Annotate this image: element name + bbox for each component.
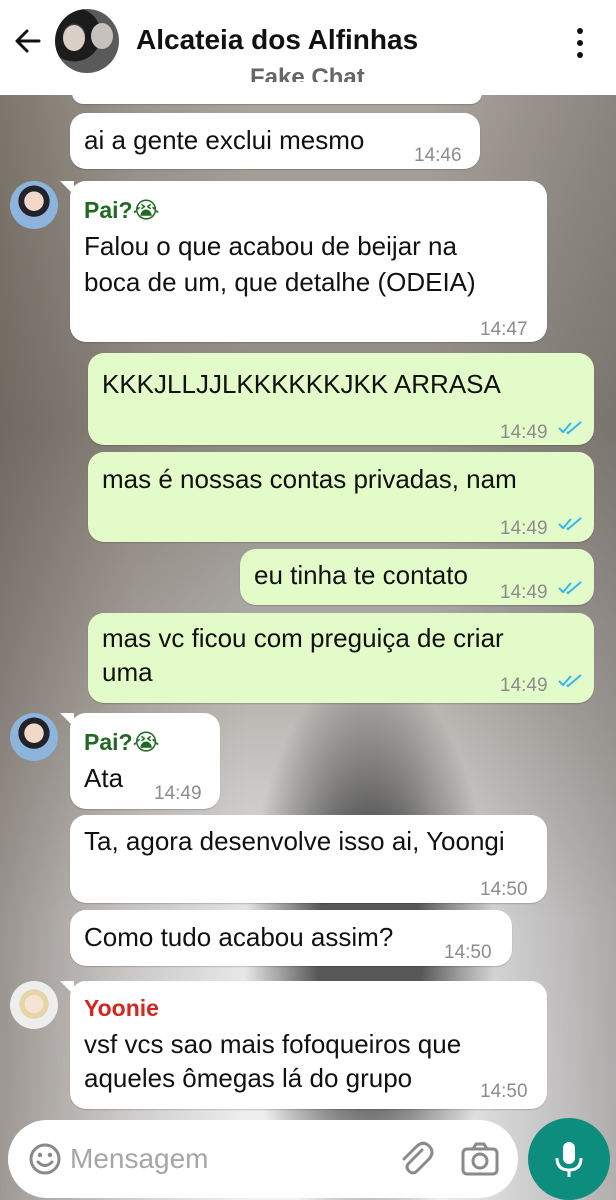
message-text-line: mas vc ficou com preguiça de criar [102,623,504,653]
message-text: ai a gente exclui mesmo [84,125,365,155]
avatar-pai[interactable] [10,713,58,761]
chat-header: Alcateia dos Alfinhas Fake Chat [0,0,616,95]
group-avatar[interactable] [55,9,119,73]
message-text-line: Falou o que acabou de beijar na [84,231,457,261]
message-bubble[interactable]: eu tinha te contato 14:49 [240,549,594,605]
emoji-icon[interactable] [28,1142,62,1176]
message-time: 14:47 [480,319,528,340]
message-bubble[interactable]: Ta, agora desenvolve isso ai, Yoongi 14:… [70,815,547,903]
message-text: Ta, agora desenvolve isso ai, Yoongi [84,826,505,856]
message-text-line: vsf vcs sao mais fofoqueiros que [84,1029,462,1059]
more-vert-icon [577,28,583,34]
message-text-line: uma [102,657,153,687]
message-time: 14:49 [500,422,548,443]
message-time: 14:49 [500,675,548,696]
message-sender: Pai?😭 [84,197,160,223]
message-time: 14:49 [154,783,202,804]
message-text: eu tinha te contato [254,560,468,590]
message-bubble[interactable]: Pai?😭 Falou o que acabou de beijar na bo… [60,181,547,342]
message-bubble[interactable]: Pai?😭 Ata 14:49 [60,713,220,809]
more-options-button[interactable] [568,28,592,58]
message-time: 14:49 [500,582,548,603]
message-text-line: boca de um, que detalhe (ODEIA) [84,267,476,297]
chat-title[interactable]: Alcateia dos Alfinhas [136,24,418,56]
message-time: 14:49 [500,518,548,539]
message-bubble[interactable]: ai a gente exclui mesmo 14:46 [70,113,480,169]
message-bubble[interactable]: Como tudo acabou assim? 14:50 [70,910,512,966]
mic-icon [555,1142,583,1177]
message-bubble[interactable]: KKKJLLJJLKKKKKKJKK ARRASA 14:49 [88,353,594,445]
read-ticks-icon [558,674,582,688]
message-input[interactable] [70,1138,370,1180]
message-bubble[interactable]: mas é nossas contas privadas, nam 14:49 [88,452,594,542]
message-bubble[interactable]: Yoonie vsf vcs sao mais fofoqueiros que … [60,981,547,1109]
message-time: 14:50 [480,1081,528,1102]
message-time: 14:50 [444,942,492,963]
message-sender: Pai?😭 [84,729,160,755]
paperclip-icon[interactable] [398,1140,434,1178]
arrow-left-icon [15,29,41,53]
message-composer [8,1120,518,1198]
message-bubble[interactable]: mas vc ficou com preguiça de criar uma 1… [88,613,594,703]
camera-icon[interactable] [460,1140,500,1178]
avatar-pai[interactable] [10,181,58,229]
back-button[interactable] [12,26,42,56]
message-text: Como tudo acabou assim? [84,922,394,952]
read-ticks-icon [558,517,582,531]
message-text: KKKJLLJJLKKKKKKJKK ARRASA [102,369,501,399]
message-text: Ata [84,763,124,793]
read-ticks-icon [558,581,582,595]
message-time: 14:50 [480,879,528,900]
message-bubble-partial [72,82,482,104]
avatar-yoonie[interactable] [10,981,58,1029]
mic-button[interactable] [528,1118,610,1200]
message-text: mas é nossas contas privadas, nam [102,464,517,494]
message-text-line: aqueles ômegas lá do grupo [84,1063,413,1093]
message-time: 14:46 [414,145,462,166]
message-sender: Yoonie [84,995,159,1021]
read-ticks-icon [558,421,582,435]
